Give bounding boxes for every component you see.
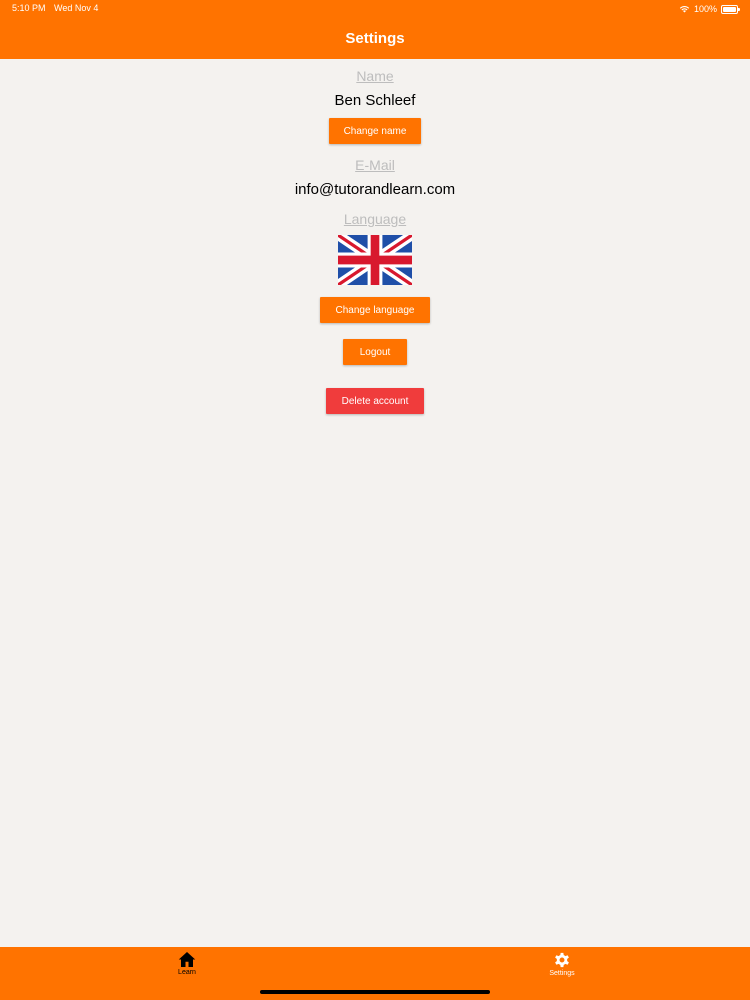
wifi-icon xyxy=(679,6,690,13)
tab-learn[interactable]: Learn xyxy=(147,951,227,976)
email-value: info@tutorandlearn.com xyxy=(294,181,456,198)
uk-flag-icon xyxy=(338,235,412,285)
change-name-button[interactable]: Change name xyxy=(329,118,421,144)
tab-learn-label: Learn xyxy=(178,969,196,976)
delete-account-button[interactable]: Delete account xyxy=(326,388,424,414)
header-bar: 5:10 PM Wed Nov 4 100% Settings xyxy=(0,0,750,59)
tab-settings[interactable]: Settings xyxy=(522,951,602,977)
status-indicators: 100% xyxy=(679,3,740,15)
name-label: Name xyxy=(356,68,394,84)
status-time: 5:10 PM xyxy=(12,3,46,13)
language-label: Language xyxy=(343,211,407,227)
page-title: Settings xyxy=(345,30,405,47)
home-indicator xyxy=(260,990,490,994)
change-language-button[interactable]: Change language xyxy=(320,297,430,323)
battery-icon xyxy=(721,4,740,14)
email-label: E-Mail xyxy=(355,157,395,173)
logout-button[interactable]: Logout xyxy=(343,339,407,365)
tab-settings-label: Settings xyxy=(549,970,575,977)
settings-content: Name Ben Schleef Change name E-Mail info… xyxy=(0,59,750,414)
name-value: Ben Schleef xyxy=(334,92,416,109)
status-date: Wed Nov 4 xyxy=(54,3,99,13)
battery-percentage: 100% xyxy=(693,4,717,14)
home-icon xyxy=(178,952,196,967)
tab-bar: Learn Settings xyxy=(0,947,750,1000)
gear-icon xyxy=(555,952,569,968)
